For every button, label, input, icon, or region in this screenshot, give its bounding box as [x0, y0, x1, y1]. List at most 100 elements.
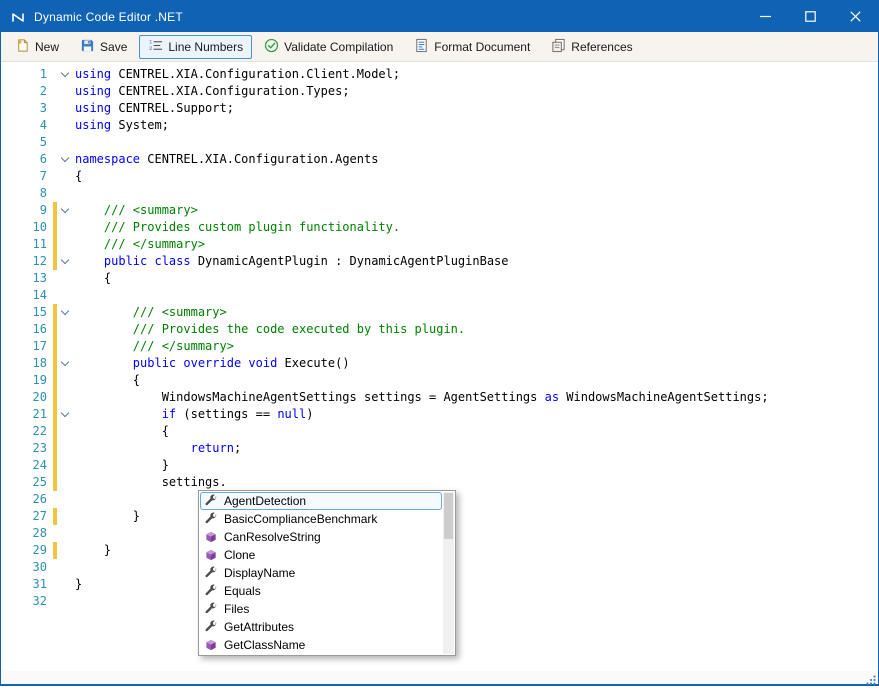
code-text: using CENTREL.Support;: [75, 100, 234, 117]
format-document-button[interactable]: Format Document: [405, 35, 539, 59]
status-bar: [1, 671, 878, 684]
line-number: 18: [1, 355, 53, 372]
code-line[interactable]: 2using CENTREL.XIA.Configuration.Types;: [1, 83, 878, 100]
code-line[interactable]: 14: [1, 287, 878, 304]
code-line[interactable]: 24 }: [1, 457, 878, 474]
fold-toggle-icon[interactable]: [61, 256, 69, 264]
completion-item[interactable]: AgentDetection: [200, 492, 442, 510]
completion-item[interactable]: Equals: [200, 582, 442, 600]
minimize-button[interactable]: [743, 1, 788, 32]
popup-scrollbar-thumb[interactable]: [444, 493, 453, 539]
validate-compilation-icon: [264, 38, 279, 56]
line-number: 24: [1, 457, 53, 474]
fold-toggle-icon[interactable]: [61, 409, 69, 417]
code-text: }: [75, 508, 140, 525]
line-number: 10: [1, 219, 53, 236]
line-number: 26: [1, 491, 53, 508]
fold-toggle-icon[interactable]: [61, 205, 69, 213]
fold-margin: [57, 593, 75, 610]
code-text: }: [75, 457, 169, 474]
code-line[interactable]: 13 {: [1, 270, 878, 287]
fold-margin: [57, 151, 75, 168]
code-line[interactable]: 1using CENTREL.XIA.Configuration.Client.…: [1, 66, 878, 83]
resize-grip-icon[interactable]: [866, 672, 876, 682]
code-editor[interactable]: 1using CENTREL.XIA.Configuration.Client.…: [1, 62, 878, 671]
code-line[interactable]: 18 public override void Execute(): [1, 355, 878, 372]
fold-margin: [57, 117, 75, 134]
title-bar[interactable]: Dynamic Code Editor .NET: [1, 1, 878, 32]
validate-compilation-button[interactable]: Validate Compilation: [255, 35, 402, 59]
line-number: 32: [1, 593, 53, 610]
code-line[interactable]: 23 return;: [1, 440, 878, 457]
line-number: 16: [1, 321, 53, 338]
line-number: 4: [1, 117, 53, 134]
code-line[interactable]: 7{: [1, 168, 878, 185]
close-button[interactable]: [833, 1, 878, 32]
completion-item[interactable]: BasicComplianceBenchmark: [200, 510, 442, 528]
fold-margin: [57, 219, 75, 236]
code-text: /// <summary>: [75, 202, 198, 219]
code-line[interactable]: 16 /// Provides the code executed by thi…: [1, 321, 878, 338]
code-line[interactable]: 4using System;: [1, 117, 878, 134]
code-line[interactable]: 11 /// </summary>: [1, 236, 878, 253]
fold-margin: [57, 559, 75, 576]
line-number: 29: [1, 542, 53, 559]
completion-item[interactable]: Files: [200, 600, 442, 618]
code-line[interactable]: 5: [1, 134, 878, 151]
line-number: 19: [1, 372, 53, 389]
toolbar: New Save 12 Line Numbers Validate Compil…: [1, 32, 878, 62]
fold-toggle-icon[interactable]: [61, 358, 69, 366]
code-line[interactable]: 8: [1, 185, 878, 202]
fold-margin: [57, 83, 75, 100]
code-line[interactable]: 21 if (settings == null): [1, 406, 878, 423]
fold-margin: [57, 508, 75, 525]
fold-toggle-icon[interactable]: [61, 69, 69, 77]
line-numbers-toggle[interactable]: 12 Line Numbers: [139, 35, 252, 59]
code-line[interactable]: 15 /// <summary>: [1, 304, 878, 321]
line-number: 31: [1, 576, 53, 593]
line-numbers-icon: 12: [148, 38, 163, 56]
fold-margin: [57, 66, 75, 83]
line-number: 12: [1, 253, 53, 270]
code-text: {: [75, 372, 140, 389]
completion-item[interactable]: CanResolveString: [200, 528, 442, 546]
code-line[interactable]: 17 /// </summary>: [1, 338, 878, 355]
code-line[interactable]: 20 WindowsMachineAgentSettings settings …: [1, 389, 878, 406]
code-text: using CENTREL.XIA.Configuration.Types;: [75, 83, 350, 100]
fold-margin: [57, 304, 75, 321]
fold-margin: [57, 338, 75, 355]
fold-margin: [57, 576, 75, 593]
code-line[interactable]: 22 {: [1, 423, 878, 440]
new-button[interactable]: New: [6, 35, 68, 59]
code-line[interactable]: 9 /// <summary>: [1, 202, 878, 219]
popup-scrollbar[interactable]: [443, 492, 454, 654]
code-line[interactable]: 19 {: [1, 372, 878, 389]
line-number: 21: [1, 406, 53, 423]
window-title: Dynamic Code Editor .NET: [34, 10, 183, 24]
save-button[interactable]: Save: [71, 35, 136, 59]
code-line[interactable]: 12 public class DynamicAgentPlugin : Dyn…: [1, 253, 878, 270]
completion-item-label: BasicComplianceBenchmark: [224, 512, 377, 526]
fold-toggle-icon[interactable]: [61, 307, 69, 315]
code-line[interactable]: 25 settings.: [1, 474, 878, 491]
line-number: 14: [1, 287, 53, 304]
completion-item[interactable]: Clone: [200, 546, 442, 564]
code-line[interactable]: 6namespace CENTREL.XIA.Configuration.Age…: [1, 151, 878, 168]
line-number: 11: [1, 236, 53, 253]
property-wrench-icon: [204, 584, 218, 598]
fold-margin: [57, 270, 75, 287]
new-document-icon: [15, 38, 30, 56]
code-line[interactable]: 3using CENTREL.Support;: [1, 100, 878, 117]
line-number: 1: [1, 66, 53, 83]
completion-item-label: AgentDetection: [224, 494, 306, 508]
line-number: 27: [1, 508, 53, 525]
completion-item[interactable]: GetClassName: [200, 636, 442, 654]
maximize-button[interactable]: [788, 1, 833, 32]
completion-item[interactable]: DisplayName: [200, 564, 442, 582]
svg-text:2: 2: [149, 45, 152, 52]
completion-item[interactable]: GetAttributes: [200, 618, 442, 636]
fold-toggle-icon[interactable]: [61, 154, 69, 162]
property-wrench-icon: [204, 602, 218, 616]
references-button[interactable]: References: [542, 35, 641, 59]
code-line[interactable]: 10 /// Provides custom plugin functional…: [1, 219, 878, 236]
